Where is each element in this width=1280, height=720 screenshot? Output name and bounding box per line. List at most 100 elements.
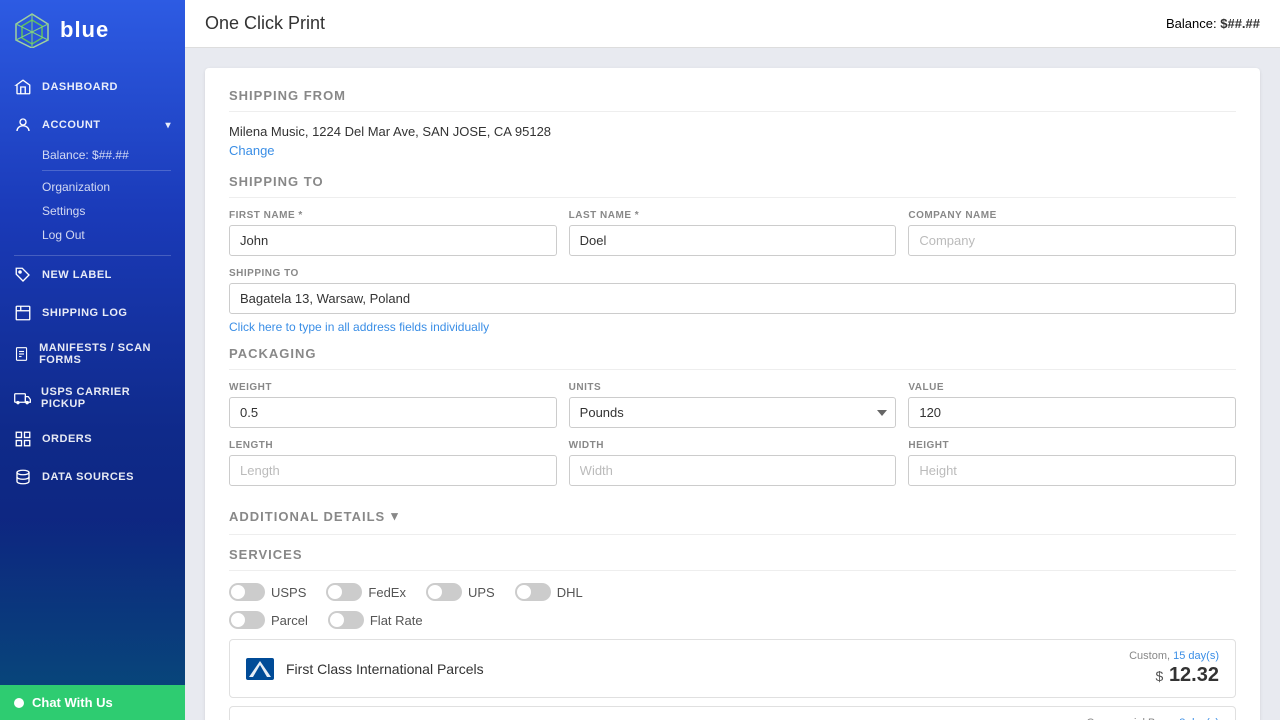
name-row: FIRST NAME * LAST NAME * COMPANY NAME — [229, 210, 1236, 256]
logo-icon — [14, 12, 50, 48]
result-row-2[interactable]: Priority Mail International Flat Rate En… — [229, 706, 1236, 720]
service-usps: USPS — [229, 583, 306, 601]
units-group: UNITS Pounds Ounces Kilograms Grams — [569, 382, 897, 428]
chevron-down-icon: ▾ — [391, 508, 399, 524]
company-input[interactable] — [908, 225, 1236, 256]
top-bar: One Click Print Balance: $##.## — [185, 0, 1280, 48]
height-label: HEIGHT — [908, 440, 1236, 451]
sidebar-nav: DASHBOARD ACCOUNT ▾ Balance: $##.## Orga… — [0, 60, 185, 685]
account-submenu: Balance: $##.## Organization Settings Lo… — [14, 144, 171, 247]
click-here-link[interactable]: Click here to type in all address fields… — [229, 320, 1236, 334]
service-ups: UPS — [426, 583, 495, 601]
units-label: UNITS — [569, 382, 897, 393]
length-input[interactable] — [229, 455, 557, 486]
sidebar-item-shipping-log[interactable]: SHIPPING LOG — [0, 294, 185, 332]
shipping-from-title: SHIPPING FROM — [229, 88, 1236, 112]
flat-rate-label: Flat Rate — [370, 613, 423, 628]
parcel-toggle[interactable] — [229, 611, 265, 629]
tag-icon — [14, 266, 32, 284]
result-1-right: Custom, 15 day(s) $ 12.32 — [1129, 650, 1219, 687]
form-card: SHIPPING FROM Milena Music, 1224 Del Mar… — [205, 68, 1260, 720]
value-label: VALUE — [908, 382, 1236, 393]
weight-label: WEIGHT — [229, 382, 557, 393]
ups-toggle[interactable] — [426, 583, 462, 601]
sidebar-item-usps-pickup[interactable]: USPS CARRIER PICKUP — [0, 376, 185, 420]
width-label: WIDTH — [569, 440, 897, 451]
package-icon — [14, 304, 32, 322]
usps-toggle[interactable] — [229, 583, 265, 601]
weight-input[interactable] — [229, 397, 557, 428]
sidebar-item-logout[interactable]: Log Out — [42, 223, 171, 247]
address-group: SHIPPING TO — [229, 268, 1236, 314]
fedex-label: FedEx — [368, 585, 406, 600]
height-input[interactable] — [908, 455, 1236, 486]
chat-dot-icon — [14, 698, 24, 708]
dhl-label: DHL — [557, 585, 583, 600]
user-icon — [14, 116, 32, 134]
length-label: LENGTH — [229, 440, 557, 451]
app-logo-text: blue — [60, 17, 109, 43]
result-1-price-display: $ 12.32 — [1129, 664, 1219, 687]
grid-icon — [14, 430, 32, 448]
packaging-row-1: WEIGHT UNITS Pounds Ounces Kilograms Gra… — [229, 382, 1236, 428]
truck-icon — [14, 389, 31, 407]
first-name-input[interactable] — [229, 225, 557, 256]
last-name-group: LAST NAME * — [569, 210, 897, 256]
sidebar-item-account[interactable]: ACCOUNT ▾ — [14, 106, 171, 144]
flat-rate-toggle[interactable] — [328, 611, 364, 629]
company-label: COMPANY NAME — [908, 210, 1236, 221]
main-area: One Click Print Balance: $##.## SHIPPING… — [185, 0, 1280, 720]
first-name-label: FIRST NAME * — [229, 210, 557, 221]
services-title: SERVICES — [229, 547, 1236, 571]
last-name-input[interactable] — [569, 225, 897, 256]
sidebar-item-dashboard[interactable]: DASHBOARD — [0, 68, 185, 106]
sidebar-item-orders[interactable]: ORDERS — [0, 420, 185, 458]
account-section: ACCOUNT ▾ Balance: $##.## Organization S… — [0, 106, 185, 255]
chat-bar[interactable]: Chat With Us — [0, 685, 185, 720]
last-name-label: LAST NAME * — [569, 210, 897, 221]
company-name-group: COMPANY NAME — [908, 210, 1236, 256]
content-area: SHIPPING FROM Milena Music, 1224 Del Mar… — [185, 48, 1280, 720]
address-input[interactable] — [229, 283, 1236, 314]
sidebar-item-new-label[interactable]: NEW LABEL — [0, 256, 185, 294]
sidebar-item-settings[interactable]: Settings — [42, 199, 171, 223]
result-1-name: First Class International Parcels — [286, 661, 484, 677]
packaging-row-2: LENGTH WIDTH HEIGHT — [229, 440, 1236, 486]
sidebar-header: blue — [0, 0, 185, 60]
dhl-toggle[interactable] — [515, 583, 551, 601]
service-flat-rate: Flat Rate — [328, 611, 423, 629]
services-row-1: USPS FedEx UPS DHL — [229, 583, 1236, 601]
additional-details-toggle[interactable]: ADDITIONAL DETAILS ▾ — [229, 498, 1236, 535]
address-label: SHIPPING TO — [229, 268, 1236, 279]
units-select[interactable]: Pounds Ounces Kilograms Grams — [569, 397, 897, 428]
account-chevron-icon: ▾ — [165, 120, 171, 131]
result-1-meta: Custom, 15 day(s) — [1129, 650, 1219, 662]
service-fedex: FedEx — [326, 583, 406, 601]
shipping-from-address: Milena Music, 1224 Del Mar Ave, SAN JOSE… — [229, 124, 1236, 139]
parcel-label: Parcel — [271, 613, 308, 628]
sidebar-item-data-sources[interactable]: DATA SOURCES — [0, 458, 185, 496]
value-input[interactable] — [908, 397, 1236, 428]
result-row-1[interactable]: First Class International Parcels Custom… — [229, 639, 1236, 698]
width-input[interactable] — [569, 455, 897, 486]
sidebar: blue DASHBOARD ACCOUNT ▾ Balance: $##.##… — [0, 0, 185, 720]
home-icon — [14, 78, 32, 96]
shipping-to-title: SHIPPING TO — [229, 174, 1236, 198]
height-group: HEIGHT — [908, 440, 1236, 486]
service-parcel: Parcel — [229, 611, 308, 629]
sidebar-item-organization[interactable]: Organization — [42, 175, 171, 199]
length-group: LENGTH — [229, 440, 557, 486]
first-name-group: FIRST NAME * — [229, 210, 557, 256]
change-address-link[interactable]: Change — [229, 143, 275, 158]
balance-right: Balance: $##.## — [1166, 16, 1260, 31]
fedex-toggle[interactable] — [326, 583, 362, 601]
sidebar-item-manifests[interactable]: MANIFESTS / SCAN FORMS — [0, 332, 185, 376]
weight-group: WEIGHT — [229, 382, 557, 428]
page-title: One Click Print — [205, 13, 325, 34]
database-icon — [14, 468, 32, 486]
width-group: WIDTH — [569, 440, 897, 486]
result-1-left: First Class International Parcels — [246, 658, 484, 680]
balance-display: Balance: $##.## — [42, 144, 171, 166]
file-icon — [14, 345, 29, 363]
usps-label: USPS — [271, 585, 306, 600]
